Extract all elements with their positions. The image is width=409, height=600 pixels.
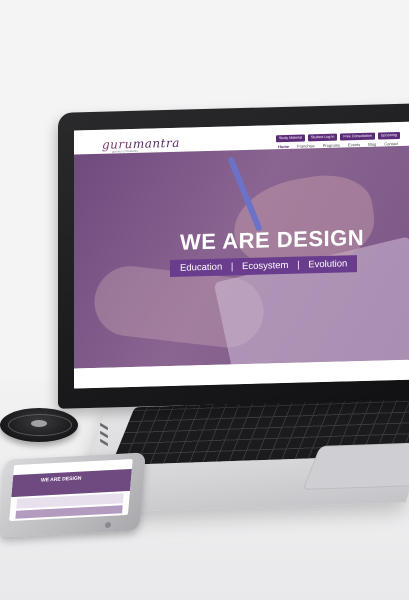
lens-cap-logo — [31, 420, 47, 427]
laptop-screen: gurumantra gurukul consultants Study Mat… — [74, 121, 409, 389]
laptop-trackpad — [302, 442, 409, 490]
hero-banner: WE ARE DESIGN Education | Ecosystem | Ev… — [74, 145, 409, 369]
logo-suffix: mantra — [132, 135, 180, 151]
hero-tag-separator: | — [230, 261, 234, 273]
hero-title: WE ARE DESIGN — [180, 224, 365, 255]
hero-tag-evolution: Evolution — [308, 258, 348, 271]
hero-tag-education: Education — [180, 261, 223, 274]
hero-tag-separator: | — [297, 259, 300, 271]
camera-lens-cap — [0, 408, 78, 442]
product-mockup-scene: gurumantra gurukul consultants Study Mat… — [0, 0, 409, 600]
hero-tag-ecosystem: Ecosystem — [242, 259, 289, 273]
smartphone-screen: WE ARE DESIGN — [9, 458, 133, 522]
